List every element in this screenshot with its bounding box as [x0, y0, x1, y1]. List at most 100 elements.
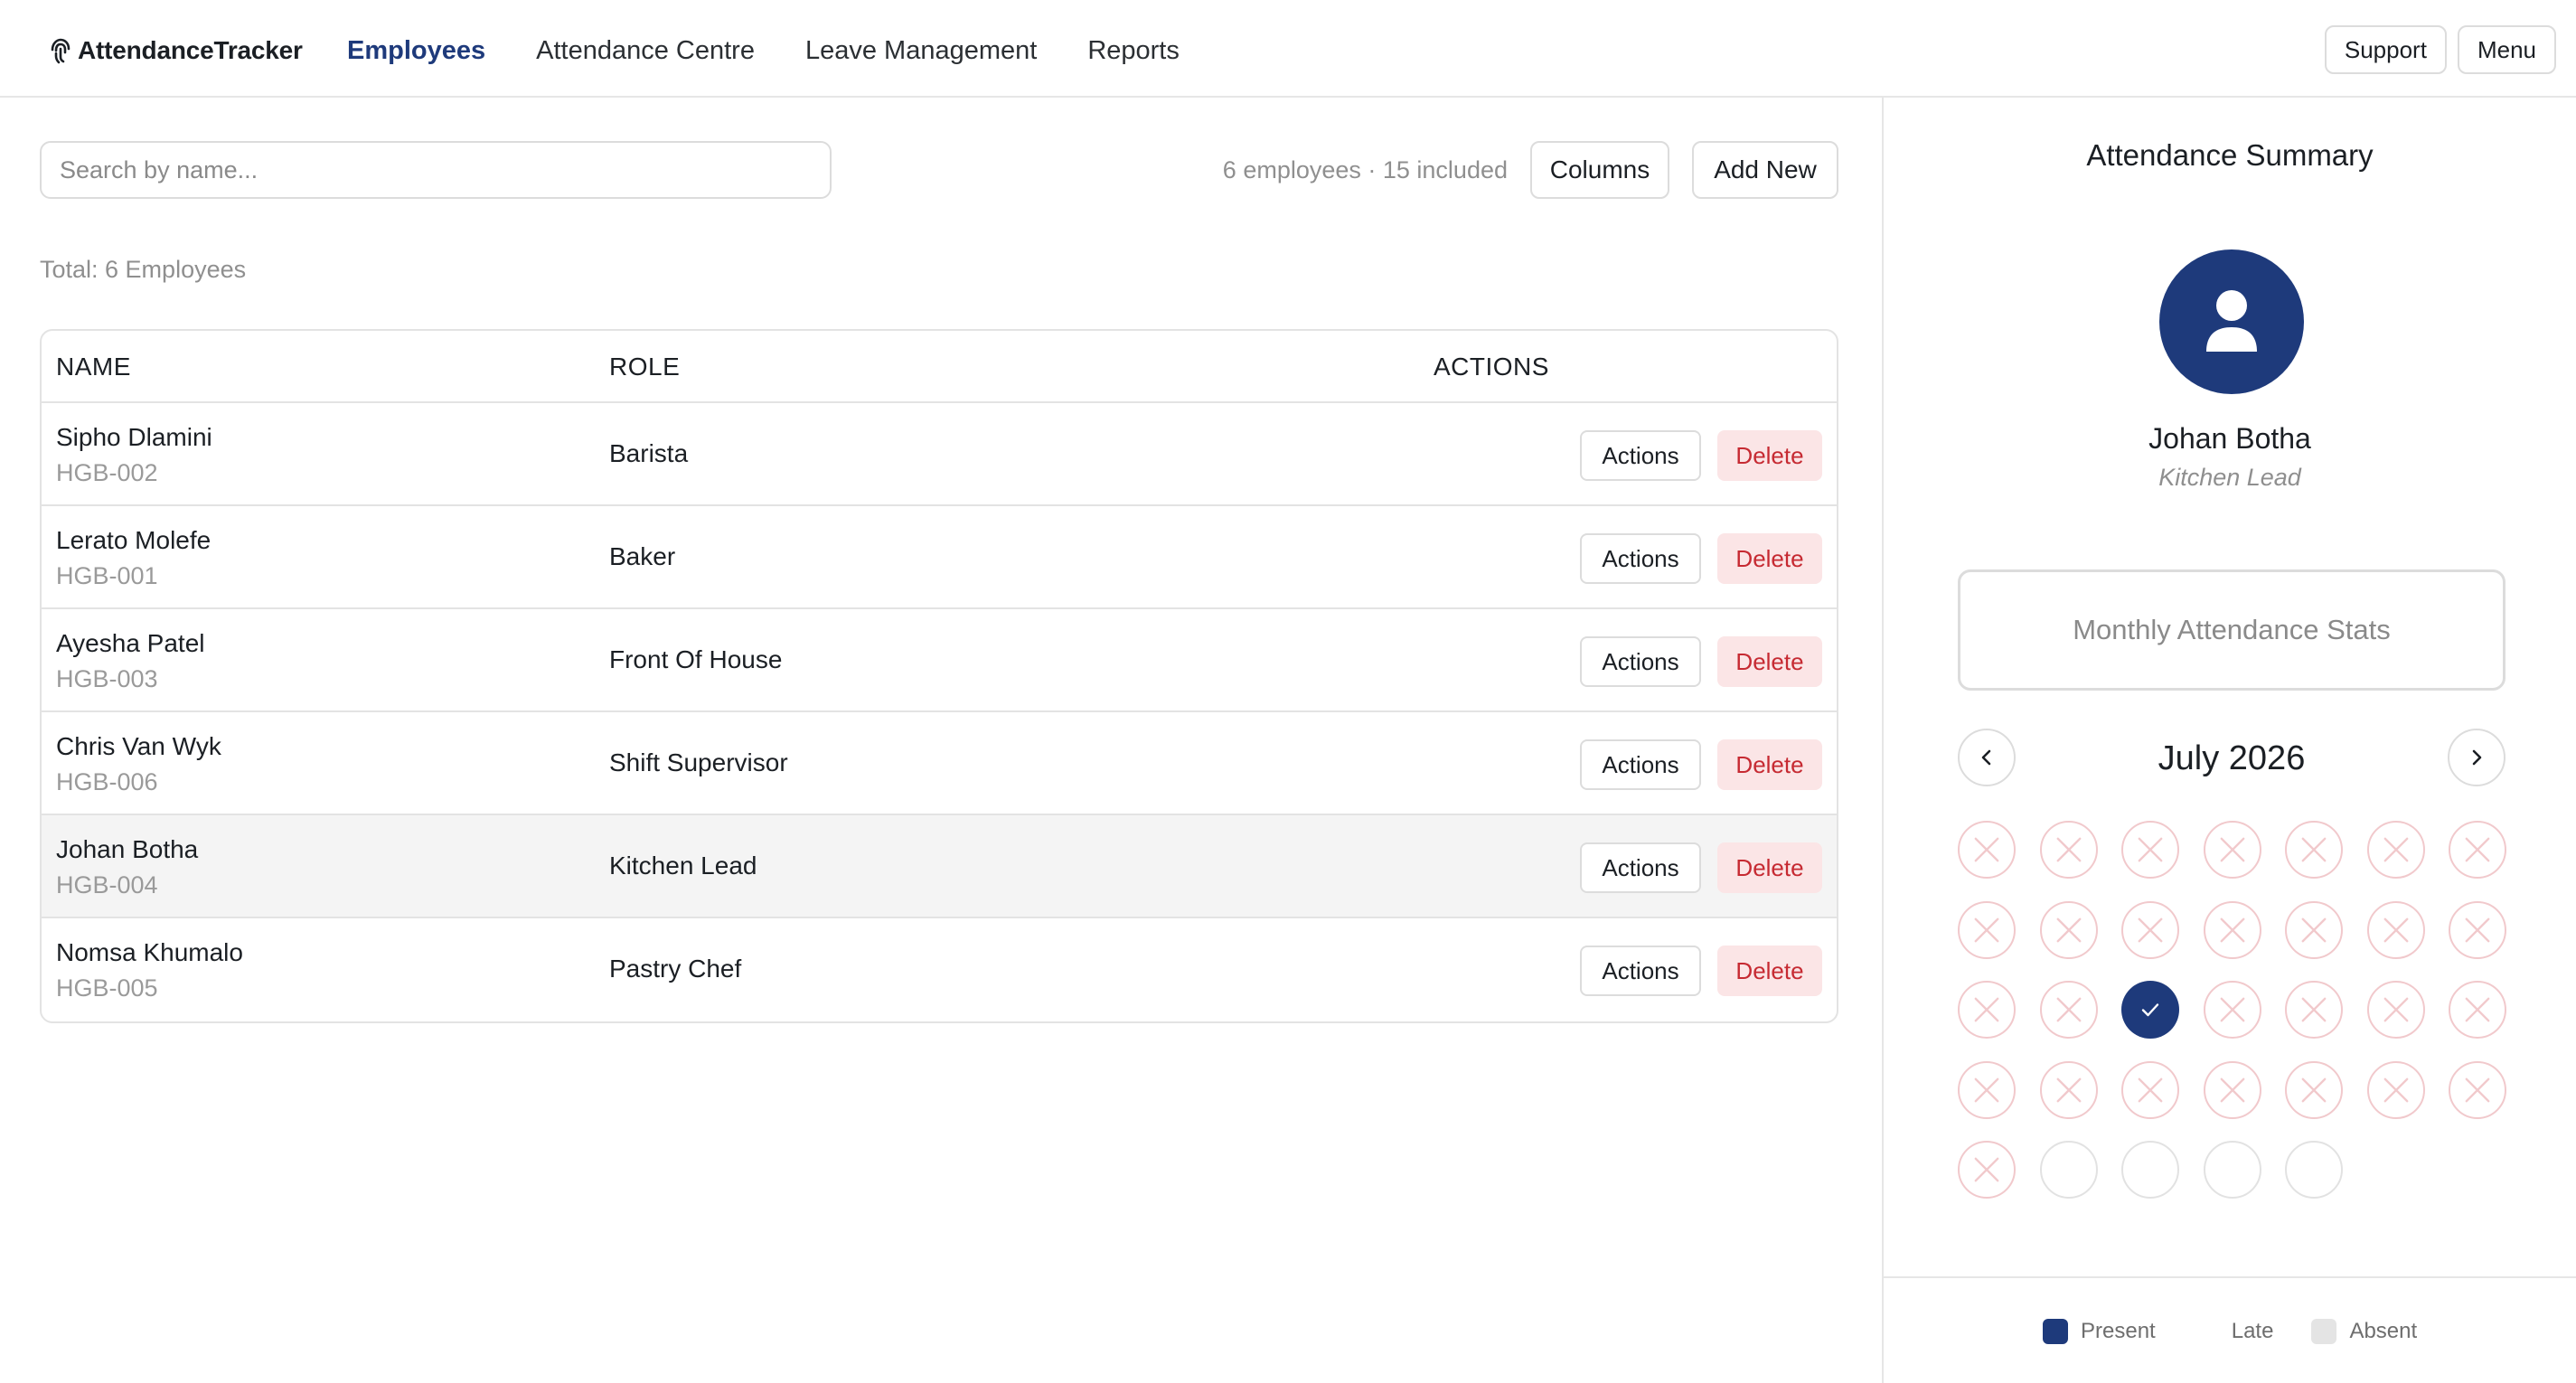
- header-name[interactable]: NAME: [56, 351, 131, 383]
- employee-id: HGB-006: [56, 768, 158, 795]
- row-actions-button[interactable]: Actions: [1580, 430, 1701, 481]
- add-new-button[interactable]: Add New: [1692, 141, 1838, 199]
- support-button[interactable]: Support: [2324, 25, 2447, 74]
- row-actions-button[interactable]: Actions: [1580, 636, 1701, 687]
- row-actions-button[interactable]: Actions: [1580, 533, 1701, 584]
- calendar-day-absent[interactable]: [2204, 821, 2261, 879]
- table-row[interactable]: Sipho Dlamini HGB-002 Barista Actions De…: [42, 403, 1837, 506]
- absent-x-icon: [2301, 1077, 2327, 1103]
- calendar-day-absent[interactable]: [2204, 901, 2261, 959]
- calendar-day-absent[interactable]: [2285, 981, 2343, 1039]
- table-row-selected[interactable]: Johan Botha HGB-004 Kitchen Lead Actions…: [42, 815, 1837, 918]
- employee-id: HGB-001: [56, 562, 158, 589]
- monthly-stats-button[interactable]: Monthly Attendance Stats: [1958, 569, 2505, 691]
- absent-x-icon: [2465, 837, 2490, 862]
- absent-x-icon: [2056, 917, 2082, 943]
- menu-button[interactable]: Menu: [2457, 25, 2556, 74]
- calendar-day-absent[interactable]: [2040, 901, 2098, 959]
- employee-role: Baker: [609, 542, 676, 570]
- calendar-day-absent[interactable]: [2285, 901, 2343, 959]
- calendar-day-absent[interactable]: [2204, 981, 2261, 1039]
- calendar-day-absent[interactable]: [2367, 901, 2425, 959]
- columns-button[interactable]: Columns: [1530, 141, 1669, 199]
- row-delete-button[interactable]: Delete: [1717, 842, 1822, 893]
- employee-role: Pastry Chef: [609, 955, 742, 983]
- row-delete-button[interactable]: Delete: [1717, 533, 1822, 584]
- header-role[interactable]: ROLE: [609, 351, 680, 383]
- employee-id: HGB-004: [56, 871, 158, 898]
- attendance-summary-panel: Attendance Summary Johan Botha Kitchen L…: [1882, 98, 2576, 1383]
- employee-count-text: 6 employees · 15 included: [1222, 156, 1508, 183]
- calendar-day-absent[interactable]: [2040, 821, 2098, 879]
- legend-absent-label: Absent: [2349, 1319, 2418, 1343]
- absent-x-icon: [1974, 1157, 1999, 1182]
- calendar-day-absent[interactable]: [2285, 1061, 2343, 1119]
- brand-logo[interactable]: AttendanceTracker: [49, 33, 303, 69]
- calendar-day-absent[interactable]: [2449, 901, 2506, 959]
- calendar-day-absent[interactable]: [2040, 1061, 2098, 1119]
- calendar-day-absent[interactable]: [2367, 981, 2425, 1039]
- search-input[interactable]: [40, 141, 832, 199]
- nav-reports[interactable]: Reports: [1087, 33, 1180, 69]
- row-actions-button[interactable]: Actions: [1580, 842, 1701, 893]
- calendar-day-absent[interactable]: [1958, 1061, 2016, 1119]
- next-month-button[interactable]: [2448, 729, 2505, 786]
- table-row[interactable]: Nomsa Khumalo HGB-005 Pastry Chef Action…: [42, 918, 1837, 1021]
- check-icon: [2141, 1003, 2159, 1017]
- calendar-day-empty[interactable]: [2040, 1141, 2098, 1199]
- nav-leave-management[interactable]: Leave Management: [805, 33, 1037, 69]
- calendar-day-absent[interactable]: [2449, 821, 2506, 879]
- summary-title: Attendance Summary: [2086, 138, 2374, 172]
- calendar-day-absent[interactable]: [2121, 1061, 2179, 1119]
- row-delete-button[interactable]: Delete: [1717, 946, 1822, 996]
- legend: Present Late Absent: [2043, 1318, 2455, 1345]
- nav-employees[interactable]: Employees: [347, 33, 485, 69]
- nav-attendance-centre[interactable]: Attendance Centre: [536, 33, 755, 69]
- fingerprint-icon: [51, 38, 71, 64]
- calendar-day-absent[interactable]: [2121, 821, 2179, 879]
- chevron-left-icon: [1981, 749, 1991, 766]
- row-delete-button[interactable]: Delete: [1717, 636, 1822, 687]
- previous-month-button[interactable]: [1958, 729, 2016, 786]
- row-actions-button[interactable]: Actions: [1580, 946, 1701, 996]
- calendar-day-absent[interactable]: [1958, 1141, 2016, 1199]
- absent-x-icon: [2220, 917, 2245, 943]
- calendar-day-absent[interactable]: [2121, 901, 2179, 959]
- absent-x-icon: [2138, 917, 2163, 943]
- legend-late-label: Late: [2231, 1319, 2274, 1343]
- legend-present-label: Present: [2081, 1319, 2156, 1343]
- employee-id: HGB-003: [56, 665, 158, 692]
- absent-x-icon: [2383, 917, 2409, 943]
- row-delete-button[interactable]: Delete: [1717, 739, 1822, 790]
- absent-x-icon: [2220, 837, 2245, 862]
- calendar-day-absent[interactable]: [2449, 981, 2506, 1039]
- legend-absent-swatch: [2311, 1319, 2337, 1344]
- top-navbar: AttendanceTracker Employees Attendance C…: [0, 0, 2576, 98]
- calendar-day-absent[interactable]: [2367, 1061, 2425, 1119]
- calendar-day-empty[interactable]: [2285, 1141, 2343, 1199]
- table-row[interactable]: Chris Van Wyk HGB-006 Shift Supervisor A…: [42, 712, 1837, 815]
- row-actions-button[interactable]: Actions: [1580, 739, 1701, 790]
- row-delete-button[interactable]: Delete: [1717, 430, 1822, 481]
- calendar-day-absent[interactable]: [2449, 1061, 2506, 1119]
- top-actions: Support Menu: [2324, 25, 2556, 74]
- absent-x-icon: [1974, 837, 1999, 862]
- calendar-day-empty[interactable]: [2204, 1141, 2261, 1199]
- employees-table: NAME ROLE ACTIONS Sipho Dlamini HGB-002 …: [40, 329, 1838, 1023]
- absent-x-icon: [2383, 837, 2409, 862]
- calendar-day-present[interactable]: [2121, 981, 2179, 1039]
- legend-present-swatch: [2043, 1319, 2068, 1344]
- calendar-day-absent[interactable]: [1958, 901, 2016, 959]
- calendar-day-absent[interactable]: [2204, 1061, 2261, 1119]
- table-row[interactable]: Ayesha Patel HGB-003 Front Of House Acti…: [42, 609, 1837, 712]
- calendar-day-absent[interactable]: [2040, 981, 2098, 1039]
- user-icon: [2206, 290, 2257, 352]
- calendar-day-empty[interactable]: [2121, 1141, 2179, 1199]
- calendar-day-absent[interactable]: [1958, 981, 2016, 1039]
- calendar-day-absent[interactable]: [1958, 821, 2016, 879]
- summary-employee-role: Kitchen Lead: [2158, 464, 2301, 491]
- calendar-day-absent[interactable]: [2285, 821, 2343, 879]
- calendar-day-absent[interactable]: [2367, 821, 2425, 879]
- chevron-right-icon: [2472, 749, 2482, 766]
- table-row[interactable]: Lerato Molefe HGB-001 Baker Actions Dele…: [42, 506, 1837, 609]
